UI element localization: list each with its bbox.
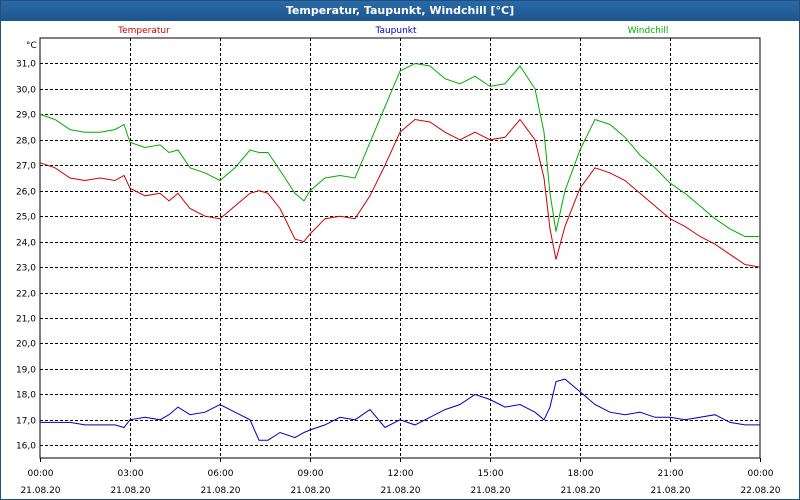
x-tick-time: 18:00 — [568, 469, 594, 479]
y-tick-label: 22,0 — [16, 290, 36, 300]
y-tick-label: 19,0 — [16, 366, 36, 376]
x-tick-time: 12:00 — [388, 469, 414, 479]
y-tick-label: 30,0 — [16, 86, 36, 96]
y-tick-label: 31,0 — [16, 60, 36, 70]
x-tick-date: 21.08.20 — [200, 486, 240, 496]
y-tick-label: 28,0 — [16, 137, 36, 147]
x-tick-time: 21:00 — [658, 469, 684, 479]
x-tick-time: 15:00 — [478, 469, 504, 479]
x-tick-date: 21.08.20 — [380, 486, 420, 496]
y-tick-label: 27,0 — [16, 162, 36, 172]
y-axis-label: °C — [26, 41, 37, 51]
y-tick-label: 16,0 — [16, 442, 36, 452]
y-tick-label: 17,0 — [16, 417, 36, 427]
y-tick-label: 26,0 — [16, 188, 36, 198]
y-tick-label: 24,0 — [16, 239, 36, 249]
x-tick-date: 22.08.20 — [740, 486, 780, 496]
x-tick-time: 06:00 — [208, 469, 234, 479]
legend-windchill: Windchill — [628, 26, 669, 36]
x-tick-date: 21.08.20 — [560, 486, 600, 496]
x-tick-date: 21.08.20 — [290, 486, 330, 496]
x-tick-date: 21.08.20 — [20, 486, 60, 496]
x-tick-date: 21.08.20 — [110, 486, 150, 496]
y-tick-label: 21,0 — [16, 315, 36, 325]
x-tick-time: 03:00 — [118, 469, 144, 479]
x-tick-time: 09:00 — [298, 469, 324, 479]
y-tick-label: 23,0 — [16, 264, 36, 274]
x-tick-time: 00:00 — [748, 469, 774, 479]
line-chart: 16,0 17,0 18,0 19,0 20,0 21,0 22,0 23,0 24,0 25,0… — [16, 26, 781, 496]
x-tick-date: 21.08.20 — [650, 486, 690, 496]
legend-temperatur: Temperatur — [117, 26, 170, 36]
y-tick-label: 18,0 — [16, 391, 36, 401]
legend-taupunkt: Taupunkt — [374, 26, 417, 36]
y-tick-label: 29,0 — [16, 111, 36, 121]
x-tick-time: 00:00 — [28, 469, 54, 479]
y-tick-label: 25,0 — [16, 213, 36, 223]
y-tick-label: 20,0 — [16, 340, 36, 350]
x-tick-date: 21.08.20 — [470, 486, 510, 496]
